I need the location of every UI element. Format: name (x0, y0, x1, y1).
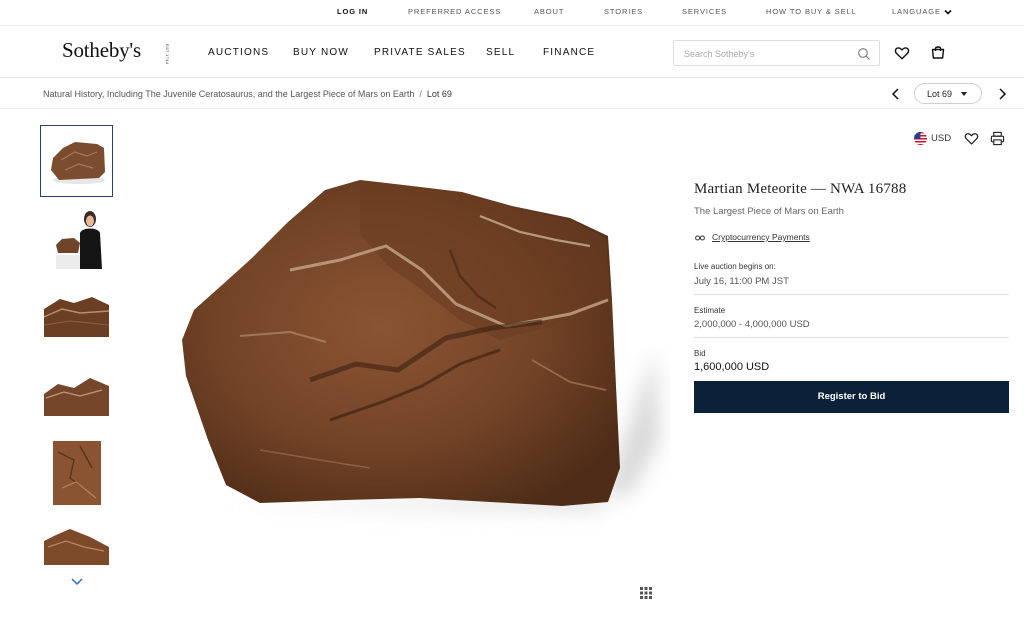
estimate-label: Estimate (694, 306, 726, 315)
lot-subtitle: The Largest Piece of Mars on Earth (694, 206, 844, 217)
meteorite-side-view-image (44, 378, 109, 416)
divider (694, 337, 1009, 338)
thumbnail-1[interactable] (40, 125, 113, 197)
thumbnail-3[interactable] (40, 281, 113, 353)
nav-buy-now[interactable]: BUY NOW (293, 47, 349, 58)
chevron-down-icon[interactable] (70, 577, 84, 587)
print-icon[interactable] (990, 131, 1005, 146)
currency-selector[interactable]: USD (931, 133, 951, 144)
chevron-left-icon[interactable] (889, 86, 903, 102)
chevron-down-icon (944, 9, 952, 15)
register-to-bid-button[interactable]: Register to Bid (694, 381, 1009, 413)
person-holding-meteorite-image (56, 211, 102, 269)
preferred-access-link[interactable]: PREFERRED ACCESS (408, 7, 501, 16)
breadcrumb-separator: / (419, 89, 422, 99)
chevron-right-icon[interactable] (995, 86, 1009, 102)
us-flag-icon (914, 132, 927, 145)
utility-bar: LOG IN PREFERRED ACCESS ABOUT STORIES SE… (0, 0, 1024, 24)
lot-title: Martian Meteorite — NWA 16788 (694, 181, 907, 197)
grid-icon[interactable] (639, 586, 653, 600)
about-link[interactable]: ABOUT (534, 7, 564, 16)
language-label: LANGUAGE (892, 7, 941, 16)
nav-private-sales[interactable]: PRIVATE SALES (374, 47, 466, 58)
nav-sell[interactable]: SELL (486, 47, 515, 58)
services-link[interactable]: SERVICES (682, 7, 727, 16)
nav-finance[interactable]: FINANCE (543, 47, 595, 58)
cryptocurrency-payments-link[interactable]: Cryptocurrency Payments (712, 232, 810, 242)
shopping-bag-icon[interactable] (930, 44, 946, 60)
thumbnail-2[interactable] (40, 203, 113, 275)
login-link[interactable]: LOG IN (337, 7, 368, 16)
sothebys-logo[interactable]: Sotheby's (62, 38, 141, 63)
thumbnail-4[interactable] (40, 360, 113, 432)
meteorite-thumbnail-image (51, 142, 105, 184)
breadcrumb-bar: Natural History, Including The Juvenile … (0, 79, 1024, 109)
breadcrumb: Natural History, Including The Juvenile … (43, 89, 452, 99)
divider (694, 294, 1009, 295)
meteorite-angle-image (44, 529, 109, 565)
meteorite-detail-image (53, 441, 101, 505)
bid-label: Bid (694, 349, 706, 358)
search-box (673, 40, 880, 66)
auction-start-date: July 16, 11:00 PM JST (694, 276, 789, 287)
search-input[interactable] (684, 47, 849, 61)
thumbnail-strip (40, 125, 114, 595)
breadcrumb-current: Lot 69 (426, 89, 452, 99)
heart-icon[interactable] (964, 131, 979, 146)
bid-value: 1,600,000 USD (694, 361, 770, 373)
glasses-icon (695, 235, 705, 241)
lot-selector-label: Lot 69 (927, 89, 953, 99)
heart-icon[interactable] (894, 45, 910, 61)
auction-start-label: Live auction begins on: (694, 262, 776, 271)
thumbnail-5[interactable] (40, 438, 113, 510)
language-menu[interactable]: LANGUAGE (892, 7, 952, 16)
estimate-value: 2,000,000 - 4,000,000 USD (694, 319, 810, 330)
nav-auctions[interactable]: AUCTIONS (208, 47, 269, 58)
caret-down-icon (961, 92, 967, 96)
search-icon[interactable] (857, 47, 871, 61)
logo-est-mark: EST 1744 (165, 44, 170, 65)
meteorite-main-image (182, 180, 660, 510)
stories-link[interactable]: STORIES (604, 7, 643, 16)
breadcrumb-sale-link[interactable]: Natural History, Including The Juvenile … (43, 89, 414, 99)
meteorite-closeup-image (43, 297, 110, 337)
how-to-buy-sell-link[interactable]: HOW TO BUY & SELL (766, 7, 857, 16)
lot-selector[interactable]: Lot 69 (914, 83, 982, 104)
main-nav: Sotheby's EST 1744 AUCTIONS BUY NOW PRIV… (0, 25, 1024, 78)
